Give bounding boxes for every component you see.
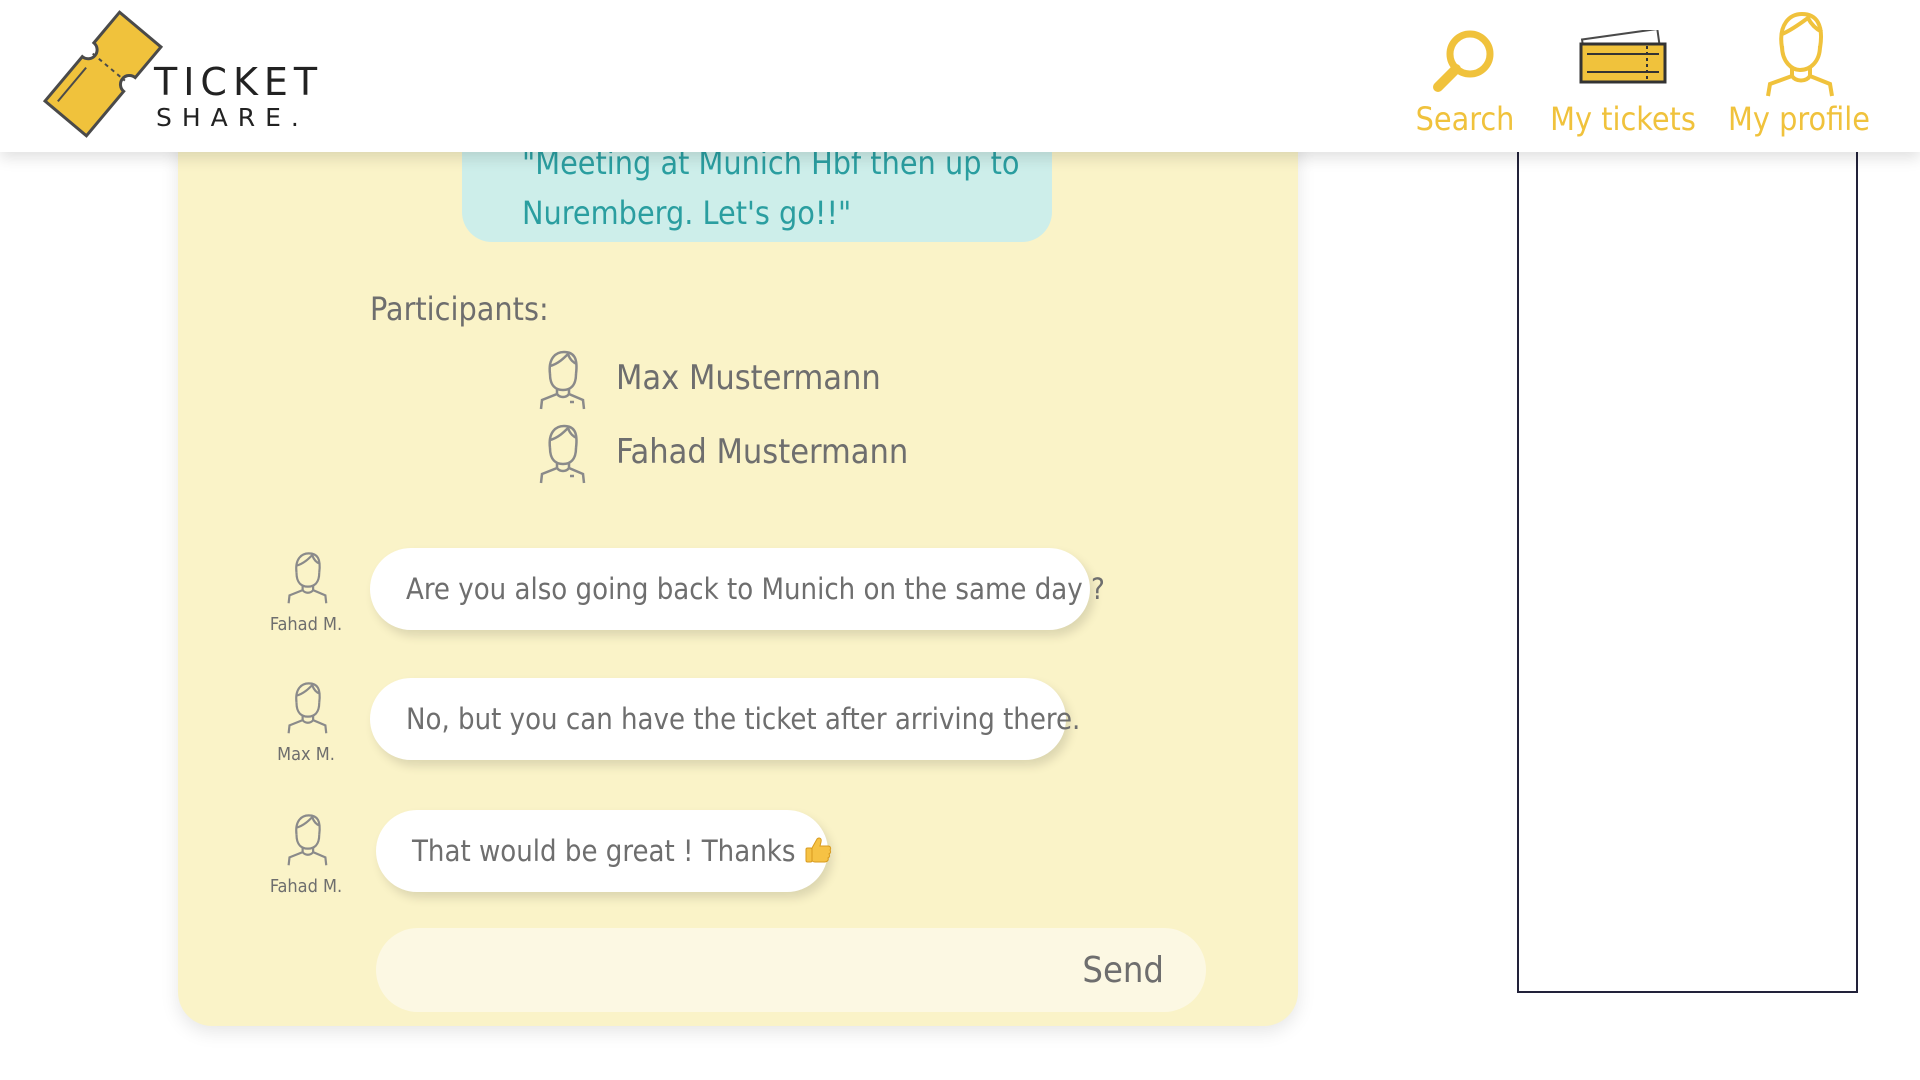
message-bubble: Are you also going back to Munich on the… bbox=[370, 548, 1105, 630]
message-sender: Max M. bbox=[277, 744, 335, 765]
message-text: That would be great ! Thanks bbox=[412, 834, 796, 868]
ticket-logo-icon bbox=[42, 10, 164, 138]
logo-text-ticket: TICKET bbox=[154, 60, 324, 104]
participant-item[interactable]: Fahad Mustermann bbox=[538, 422, 1038, 484]
message-input[interactable] bbox=[406, 938, 1050, 1004]
message-avatar[interactable]: Max M. bbox=[266, 678, 346, 768]
message-avatar[interactable]: Fahad M. bbox=[266, 548, 346, 638]
nav-my-tickets-label: My tickets bbox=[1550, 100, 1696, 138]
trip-quote-bubble: "Meeting at Munich Hbf then up to Nuremb… bbox=[462, 140, 1052, 242]
search-icon bbox=[1433, 30, 1494, 92]
participant-name: Fahad Mustermann bbox=[616, 432, 909, 472]
message-avatar[interactable]: Fahad M. bbox=[266, 810, 346, 900]
top-header: TICKET SHARE. Search My tickets My profi… bbox=[0, 0, 1920, 152]
nav-my-profile-label: My profile bbox=[1728, 100, 1870, 138]
profile-icon bbox=[1766, 11, 1834, 97]
participants-label: Participants: bbox=[370, 290, 549, 328]
trip-quote-text: "Meeting at Munich Hbf then up to Nuremb… bbox=[522, 144, 1020, 232]
user-avatar-icon bbox=[287, 814, 328, 866]
user-avatar-icon bbox=[539, 350, 586, 410]
participant-item[interactable]: Max Mustermann bbox=[538, 348, 1038, 410]
user-avatar-icon bbox=[539, 424, 586, 484]
nav-search[interactable]: Search bbox=[1410, 0, 1520, 152]
user-avatar-icon bbox=[287, 552, 328, 604]
message-sender: Fahad M. bbox=[269, 876, 343, 897]
message-sender: Fahad M. bbox=[269, 614, 343, 635]
chat-panel: "Meeting at Munich Hbf then up to Nuremb… bbox=[178, 120, 1298, 1026]
nav-my-tickets[interactable]: My tickets bbox=[1548, 0, 1698, 152]
message-bubble: No, but you can have the ticket after ar… bbox=[370, 678, 1080, 760]
nav-search-label: Search bbox=[1415, 100, 1515, 138]
ticket-share-logo[interactable]: TICKET SHARE. bbox=[38, 8, 328, 140]
nav-my-profile[interactable]: My profile bbox=[1724, 0, 1874, 152]
message-composer: Send bbox=[376, 928, 1206, 1012]
side-panel bbox=[1517, 140, 1858, 993]
send-button[interactable]: Send bbox=[1082, 938, 1164, 1002]
participant-name: Max Mustermann bbox=[616, 358, 881, 398]
user-avatar-icon bbox=[287, 682, 328, 734]
page: TICKET SHARE. Search My tickets My profi… bbox=[0, 0, 1920, 1080]
tickets-icon bbox=[1579, 30, 1667, 84]
logo-text-share: SHARE. bbox=[156, 103, 309, 132]
thumbs-up-emoji bbox=[805, 837, 832, 863]
message-bubble: That would be great ! Thanks bbox=[376, 810, 832, 892]
